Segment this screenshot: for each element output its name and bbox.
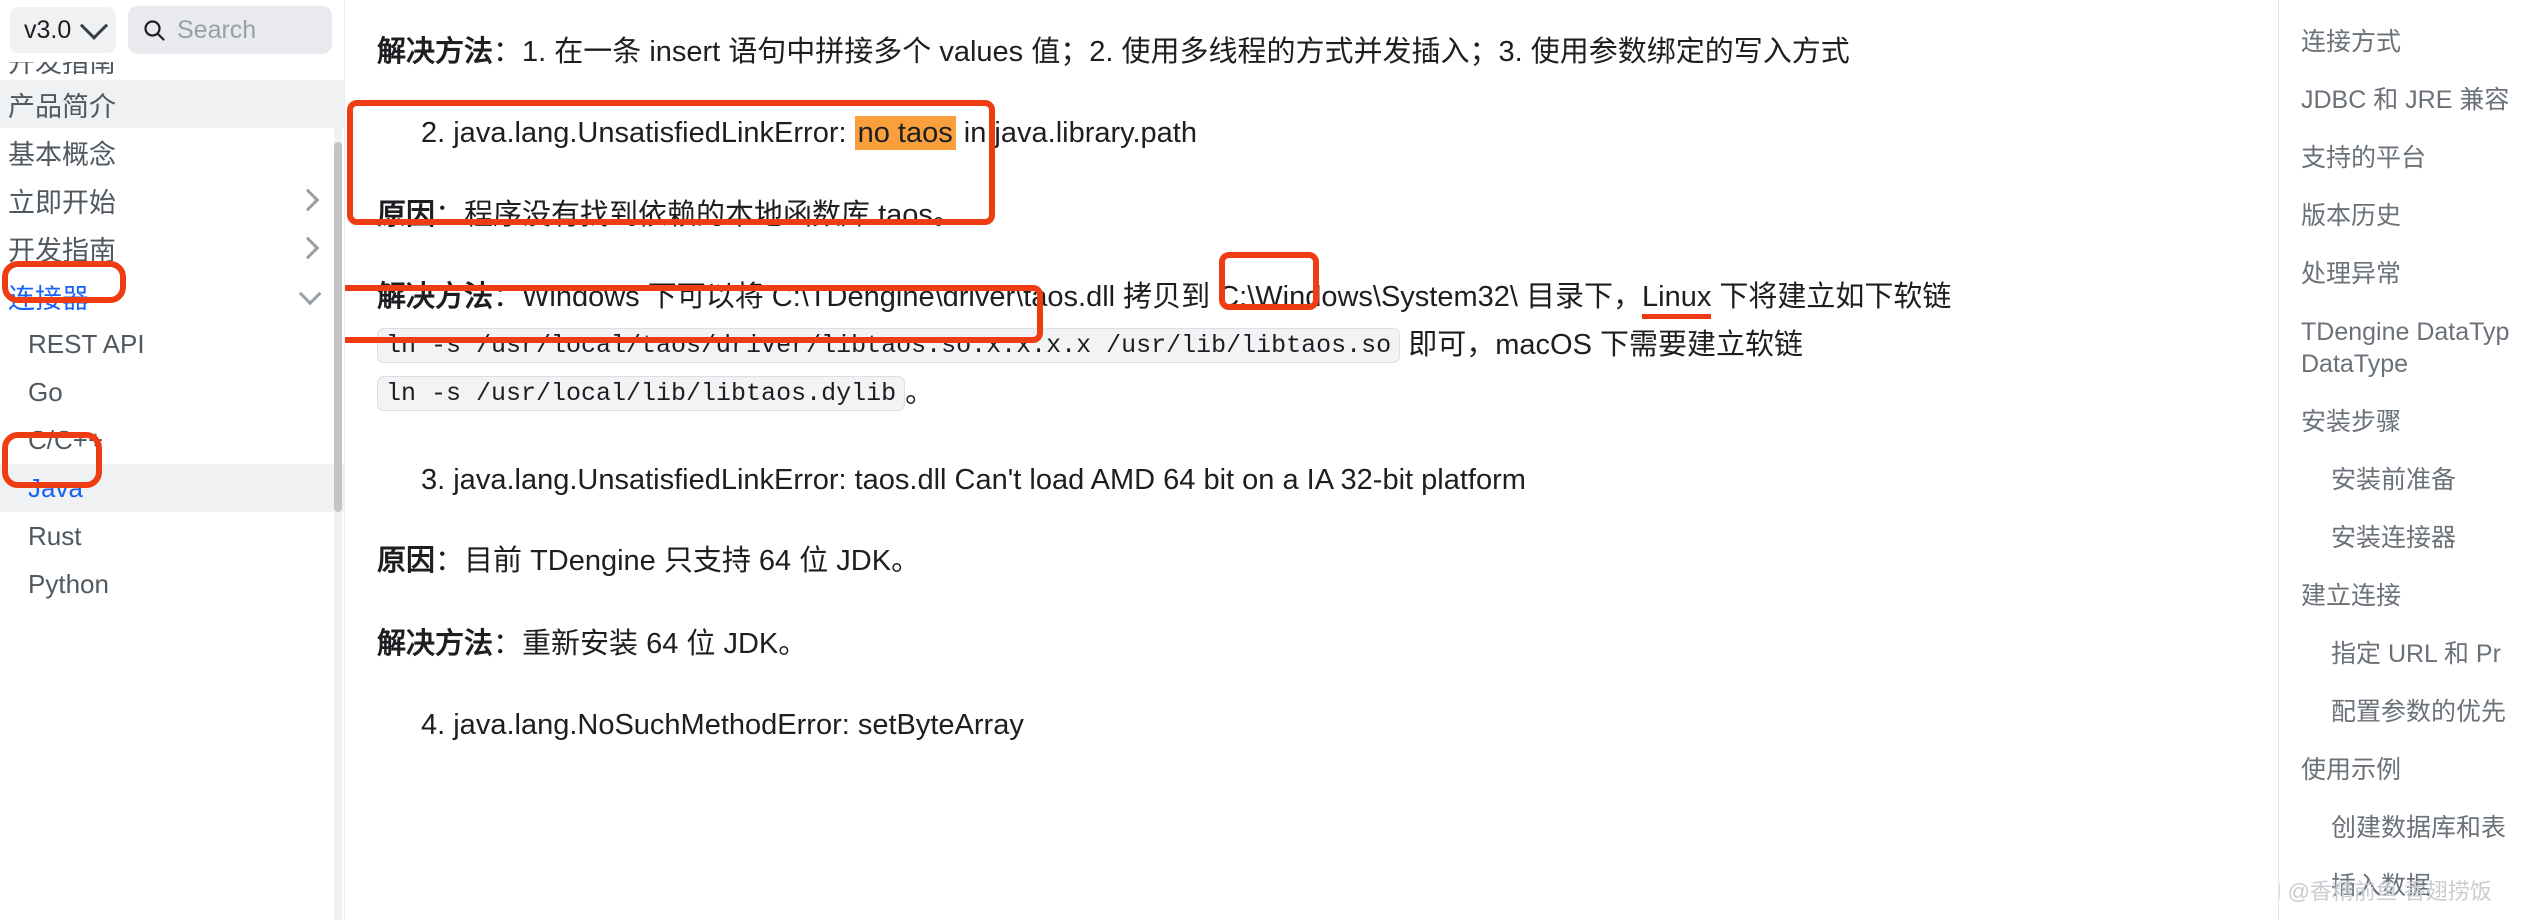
- cause-paragraph-2: 原因：程序没有找到依赖的本地函数库 taos。: [377, 191, 2037, 239]
- sidebar-item-python[interactable]: Python: [0, 560, 344, 608]
- main-content: 解决方法：1. 在一条 insert 语句中拼接多个 values 值；2. 使…: [345, 0, 2278, 920]
- error-item-4: 4. java.lang.NoSuchMethodError: setByteA…: [377, 702, 2278, 748]
- version-select[interactable]: v3.0: [10, 7, 116, 53]
- sidebar-nav: 开发指南 产品简介 基本概念 立即开始 开发指南 连接器 REST API Go…: [0, 62, 344, 920]
- label-solution: 解决方法: [377, 627, 494, 660]
- solution-seg-4: 下需要建立软链: [1591, 328, 1803, 361]
- sidebar-item-label: 开发指南: [8, 62, 116, 78]
- toc-item-install-steps[interactable]: 安装步骤: [2301, 406, 2528, 438]
- error-item-4-text: 4. java.lang.NoSuchMethodError: setByteA…: [421, 708, 1024, 741]
- sidebar-item-label: 产品简介: [8, 91, 116, 122]
- sidebar-item-java[interactable]: Java: [0, 464, 344, 512]
- chevron-down-icon: [79, 11, 109, 40]
- error-item-2-prefix: 2. java.lang.UnsatisfiedLinkError:: [421, 117, 855, 150]
- error-item-2-suffix: in java.library.path: [955, 117, 1197, 150]
- sidebar-item-c-cpp[interactable]: C/C++: [0, 416, 344, 464]
- toc-item-install-prep[interactable]: 安装前准备: [2301, 464, 2528, 496]
- error-item-2-highlight: no taos: [854, 116, 956, 151]
- solution-paragraph-3: 解决方法：重新安装 64 位 JDK。: [377, 620, 2037, 668]
- search-input[interactable]: Search: [128, 6, 332, 54]
- solution-paragraph-2: 解决方法：Windows 下可以将 C:\TDengine\driver\tao…: [377, 273, 2037, 417]
- search-placeholder: Search: [177, 15, 257, 44]
- label-solution: 解决方法: [377, 36, 494, 68]
- error-item-3-text: 3. java.lang.UnsatisfiedLinkError: taos.…: [421, 464, 1526, 497]
- sidebar-item-connectors[interactable]: 连接器: [0, 272, 344, 320]
- cause-text-2: ：程序没有找到依赖的本地函数库 taos。: [435, 198, 962, 231]
- label-cause: 原因: [377, 198, 436, 231]
- sidebar-item-label: 连接器: [8, 283, 89, 314]
- search-icon: [144, 20, 165, 41]
- toc-item-jdbc-jre-compat[interactable]: JDBC 和 JRE 兼容: [2301, 84, 2528, 116]
- error-item-3: 3. java.lang.UnsatisfiedLinkError: taos.…: [377, 457, 2278, 503]
- sidebar-scrollbar-thumb[interactable]: [334, 142, 342, 512]
- solution-seg-1: ：Windows 下可以将 C:\TDengine\driver\taos.dl…: [493, 280, 1643, 313]
- error-item-2: 2. java.lang.UnsatisfiedLinkError: no ta…: [377, 110, 2278, 156]
- sidebar-item-label: Python: [28, 568, 109, 599]
- solution-seg-2: 下将建立如下软链: [1711, 280, 1952, 313]
- toc-item-config-priority[interactable]: 配置参数的优先: [2301, 696, 2528, 728]
- sidebar-item-label: 开发指南: [8, 235, 116, 266]
- sidebar-item-clipped[interactable]: 开发指南: [0, 62, 344, 80]
- sidebar-item-label: 立即开始: [8, 187, 116, 218]
- toc-item-insert-data[interactable]: 插入数据: [2301, 870, 2528, 902]
- cause-paragraph-3: 原因：目前 TDengine 只支持 64 位 JDK。: [377, 537, 2037, 585]
- toc-item-establish-connection[interactable]: 建立连接: [2301, 580, 2528, 612]
- code-snippet-linux-symlink[interactable]: ln -s /usr/local/taos/driver/libtaos.so.…: [377, 328, 1401, 364]
- chevron-right-icon: [296, 236, 320, 260]
- sidebar-item-label: C/C++: [28, 424, 104, 455]
- solution-text-3: ：重新安装 64 位 JDK。: [493, 627, 808, 660]
- table-of-contents: 连接方式 JDBC 和 JRE 兼容 支持的平台 版本历史 处理异常 TDeng…: [2278, 0, 2528, 920]
- toc-item-supported-platforms[interactable]: 支持的平台: [2301, 142, 2528, 174]
- solution-seg-3: 即可，: [1400, 328, 1496, 361]
- sidebar-item-go[interactable]: Go: [0, 368, 344, 416]
- solution-text-1: ：1. 在一条 insert 语句中拼接多个 values 值；2. 使用多线程…: [493, 36, 1850, 68]
- cause-text-3: ：目前 TDengine 只支持 64 位 JDK。: [435, 545, 921, 578]
- code-snippet-macos-symlink[interactable]: ln -s /usr/local/lib/libtaos.dylib: [377, 376, 906, 412]
- solution-seg-5: 。: [905, 376, 935, 409]
- toc-item-specify-url-properties[interactable]: 指定 URL 和 Pr: [2301, 638, 2528, 670]
- chevron-down-icon: [298, 282, 322, 306]
- toc-item-exception-handling[interactable]: 处理异常: [2301, 258, 2528, 290]
- toc-item-tdengine-datatype[interactable]: TDengine DataTyp DataType: [2301, 316, 2528, 380]
- docs-page: v3.0 Search 开发指南 产品简介 基本概念 立即开始 开发指南 连接器…: [0, 0, 2528, 920]
- sidebar-item-label: REST API: [28, 328, 145, 359]
- sidebar-item-label: Java: [28, 472, 83, 503]
- toc-item-install-connector[interactable]: 安装连接器: [2301, 522, 2528, 554]
- sidebar-item-label: Go: [28, 376, 63, 407]
- solution-paragraph-1: 解决方法：1. 在一条 insert 语句中拼接多个 values 值；2. 使…: [377, 28, 2037, 76]
- label-cause: 原因: [377, 545, 436, 578]
- sidebar-item-product-intro[interactable]: 产品简介: [0, 80, 344, 128]
- sidebar-item-rust[interactable]: Rust: [0, 512, 344, 560]
- toc-item-create-db-table[interactable]: 创建数据库和表: [2301, 812, 2528, 844]
- left-sidebar: v3.0 Search 开发指南 产品简介 基本概念 立即开始 开发指南 连接器…: [0, 0, 345, 920]
- sidebar-item-label: 基本概念: [8, 139, 116, 170]
- sidebar-item-basic-concepts[interactable]: 基本概念: [0, 128, 344, 176]
- chevron-right-icon: [296, 188, 320, 212]
- toc-item-connection-method[interactable]: 连接方式: [2301, 26, 2528, 58]
- boxed-macos: macOS: [1495, 328, 1592, 361]
- article-body: 解决方法：1. 在一条 insert 语句中拼接多个 values 值；2. 使…: [345, 0, 2278, 748]
- sidebar-header: v3.0 Search: [0, 0, 344, 62]
- label-solution: 解决方法: [377, 280, 494, 313]
- version-label: v3.0: [24, 15, 72, 44]
- toc-item-version-history[interactable]: 版本历史: [2301, 200, 2528, 232]
- sidebar-item-label: Rust: [28, 520, 82, 551]
- sidebar-item-dev-guide[interactable]: 开发指南: [0, 224, 344, 272]
- sidebar-item-rest-api[interactable]: REST API: [0, 320, 344, 368]
- toc-item-usage-examples[interactable]: 使用示例: [2301, 754, 2528, 786]
- sidebar-item-get-started[interactable]: 立即开始: [0, 176, 344, 224]
- underlined-linux: Linux: [1642, 280, 1712, 319]
